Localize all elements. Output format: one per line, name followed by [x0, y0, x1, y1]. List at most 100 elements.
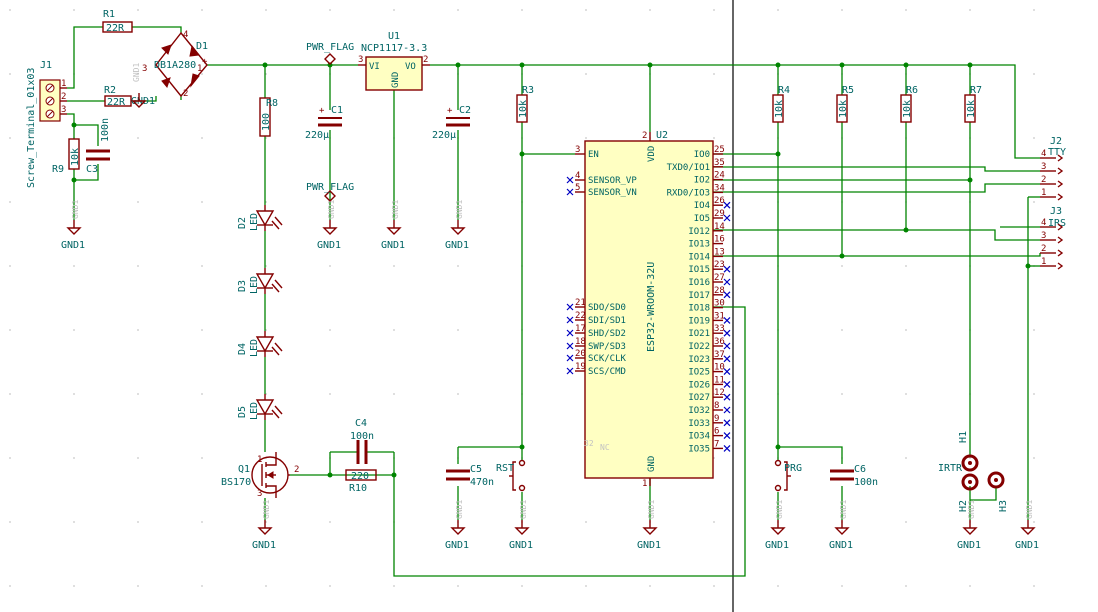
svg-text:SENSOR_VN: SENSOR_VN	[588, 188, 637, 198]
svg-text:29: 29	[714, 209, 725, 219]
gnd-symbol: GND1 GND1	[829, 500, 853, 551]
resistor-r5[interactable]: R5 10k	[836, 85, 854, 123]
wires	[67, 26, 1041, 577]
svg-text:1: 1	[1041, 257, 1046, 267]
svg-text:14: 14	[714, 222, 725, 232]
svg-text:3: 3	[1041, 231, 1046, 241]
pwr-flag-1: PWR_FLAG	[306, 42, 354, 65]
resistor-r10[interactable]: 220 R10	[345, 469, 377, 494]
svg-text:37: 37	[714, 350, 725, 360]
u2-vdd-num: 2	[642, 131, 647, 141]
svg-text:LED: LED	[249, 276, 260, 294]
svg-text:22: 22	[575, 311, 586, 321]
q1-value: BS170	[221, 477, 251, 488]
regulator-u1[interactable]: U1 NCP1117-3.3 VI VO GND 3 2	[358, 31, 430, 91]
svg-text:GND1: GND1	[381, 240, 405, 251]
r5-value: 10k	[838, 100, 849, 118]
resistor-r6[interactable]: R6 10k	[900, 85, 918, 123]
r6-value: 10k	[902, 100, 913, 118]
svg-text:IO34: IO34	[688, 432, 710, 442]
c3-ref: C3	[86, 164, 98, 175]
resistor-r1[interactable]: R1 22R	[102, 9, 133, 34]
q1-pin2: 2	[294, 465, 299, 475]
u1-vi: VI	[369, 62, 380, 72]
svg-text:7: 7	[714, 439, 719, 449]
resistor-r2[interactable]: R2 22R	[104, 85, 132, 108]
svg-text:GND1: GND1	[957, 540, 981, 551]
led-d3[interactable]: D3 LED	[237, 268, 283, 294]
capacitor-c6[interactable]: C6 100n	[830, 464, 878, 488]
c4-value: 100n	[350, 431, 374, 442]
svg-text:GND1: GND1	[637, 540, 661, 551]
esp32-module-u2[interactable]: U2 VDD 2 GND 1 ESP32-WROOM-32U 32 NC EN 3…	[566, 130, 731, 489]
j1-pin1: 1	[61, 79, 66, 89]
resistor-r7[interactable]: R7 10k	[964, 85, 982, 123]
svg-text:9: 9	[714, 414, 719, 424]
r10-ref: R10	[349, 483, 367, 494]
mosfet-q1[interactable]: Q1 BS170 1 2 3	[221, 452, 299, 499]
svg-text:IO19: IO19	[688, 316, 710, 326]
capacitor-c5[interactable]: C5 470n	[446, 464, 494, 488]
resistor-r9[interactable]: R9 10k	[52, 138, 81, 175]
svg-text:IO0: IO0	[694, 150, 710, 160]
svg-text:GND1: GND1	[509, 540, 533, 551]
r10-value: 220	[351, 471, 369, 482]
svg-text:SCS/CMD: SCS/CMD	[588, 367, 626, 377]
svg-text:GND1: GND1	[391, 200, 400, 219]
svg-text:GND1: GND1	[71, 200, 80, 219]
resistor-r4[interactable]: R4 10k	[772, 85, 790, 123]
svg-text:GND1: GND1	[252, 540, 276, 551]
svg-text:10: 10	[714, 363, 725, 373]
c3-value: 100n	[100, 118, 111, 142]
capacitor-c1[interactable]: + C1 220µ	[305, 105, 343, 141]
r7-value: 10k	[966, 100, 977, 118]
gnd-symbol: GND1 GND1	[445, 500, 469, 551]
svg-text:LED: LED	[249, 339, 260, 357]
capacitor-c2[interactable]: + C2 220µ	[432, 105, 471, 141]
svg-text:IO27: IO27	[688, 393, 710, 403]
pwr-flag-1-label: PWR_FLAG	[306, 42, 354, 53]
svg-text:+: +	[319, 106, 325, 116]
h1-ref: H1	[958, 431, 969, 443]
svg-text:24: 24	[714, 171, 725, 181]
u1-ref: U1	[388, 31, 400, 42]
connector-j2[interactable]: J2 TTY 4 3 2 1	[1040, 136, 1066, 201]
connector-j3[interactable]: J3 IRS 4321	[1040, 206, 1066, 270]
svg-text:23: 23	[714, 260, 725, 270]
d1-ref: D1	[196, 41, 208, 52]
u2-gnd: GND	[647, 456, 657, 472]
resistor-r8[interactable]: R8 100	[259, 97, 278, 137]
c1-ref: C1	[331, 105, 343, 116]
c6-ref: C6	[854, 464, 866, 475]
svg-text:36: 36	[714, 337, 725, 347]
bridge-rectifier-d1[interactable]: D1 DB1A280 4 2 3 1 + GND1	[132, 30, 208, 99]
svg-text:LED: LED	[249, 402, 260, 420]
junctions	[71, 62, 1031, 478]
resistor-r3[interactable]: R3 10k	[516, 85, 534, 123]
led-d5[interactable]: D5 LED	[237, 394, 283, 420]
svg-text:33: 33	[714, 324, 725, 334]
svg-text:26: 26	[714, 196, 725, 206]
button-rst[interactable]: RST	[496, 459, 526, 492]
svg-text:IO33: IO33	[688, 419, 710, 429]
d1-gnd-hidden: GND1	[132, 63, 141, 82]
svg-text:D3: D3	[237, 280, 248, 292]
r5-ref: R5	[842, 85, 854, 96]
svg-text:21: 21	[575, 298, 586, 308]
svg-text:RXD0/IO3: RXD0/IO3	[667, 188, 710, 198]
svg-text:GND1: GND1	[839, 500, 848, 519]
svg-text:IO25: IO25	[688, 368, 710, 378]
led-d2[interactable]: D2 LED	[237, 205, 283, 231]
led-d4[interactable]: D4 LED	[237, 331, 283, 357]
button-prg[interactable]: PRG	[774, 459, 803, 492]
j2-value: TTY	[1048, 147, 1066, 158]
d1-plus: +	[202, 57, 208, 67]
svg-text:5: 5	[575, 183, 580, 193]
svg-text:D4: D4	[237, 343, 248, 355]
c6-value: 100n	[854, 477, 878, 488]
c1-value: 220µ	[305, 130, 329, 141]
svg-text:GND1: GND1	[455, 500, 464, 519]
capacitor-c4[interactable]: C4 100n	[330, 418, 394, 464]
svg-text:GND1: GND1	[262, 500, 271, 519]
svg-text:EN: EN	[588, 150, 599, 160]
